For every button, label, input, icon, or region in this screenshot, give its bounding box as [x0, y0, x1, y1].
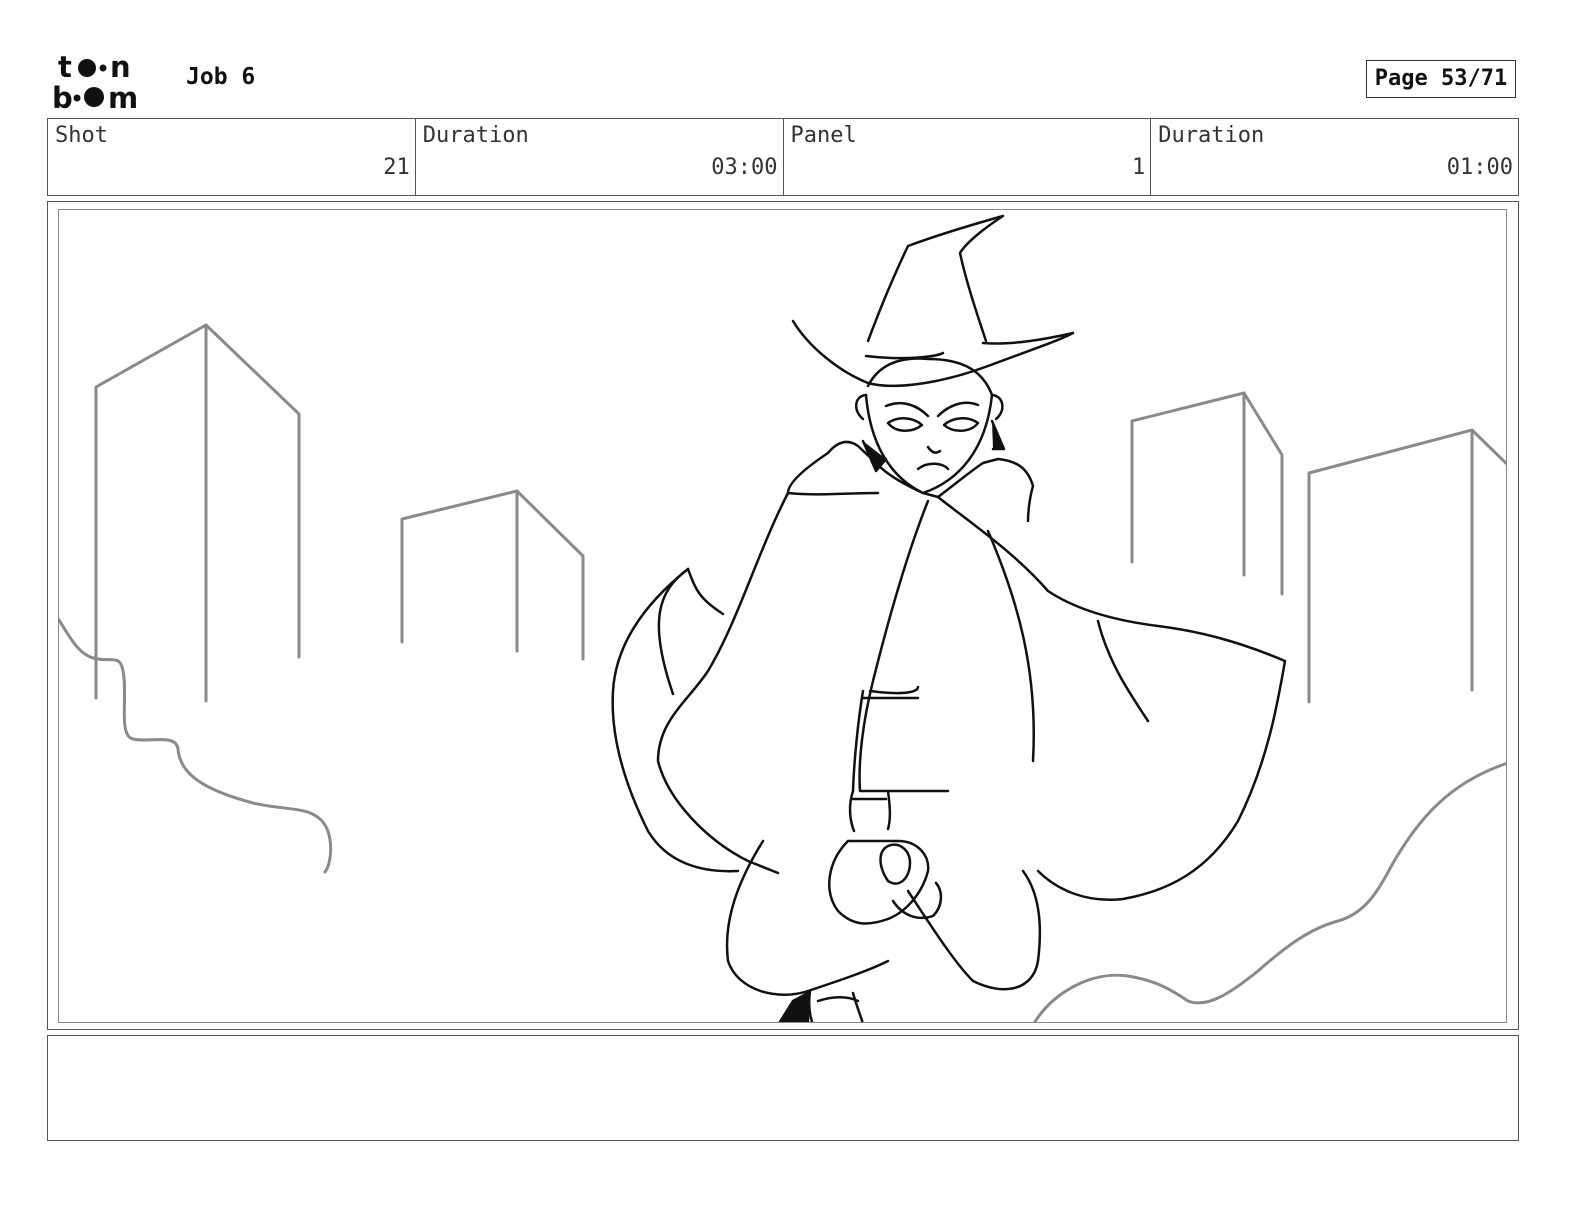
- panel-label: Panel: [790, 123, 857, 148]
- shot-duration-label: Duration: [422, 123, 529, 148]
- svg-text:b: b: [52, 81, 73, 112]
- panel-notes: [47, 1035, 1519, 1141]
- hat-brim: [791, 319, 1075, 388]
- svg-text:t: t: [58, 50, 72, 84]
- page-indicator: Page 53/71: [1366, 60, 1516, 98]
- background-clouds: [59, 617, 1506, 1022]
- shot-info-row: Shot 21 Duration 03:00 Panel 1 Duration …: [47, 118, 1519, 196]
- svg-text:n: n: [110, 50, 131, 84]
- shot-duration-cell: Duration 03:00: [416, 119, 784, 195]
- shot-duration-value: 03:00: [711, 155, 778, 180]
- background-buildings: [94, 323, 1506, 704]
- panel-duration-cell: Duration 01:00: [1151, 119, 1518, 195]
- shot-label: Shot: [55, 123, 108, 148]
- toon-boom-logo: t n b m: [50, 50, 162, 112]
- panel-duration-label: Duration: [1158, 123, 1265, 148]
- panel-value: 1: [1132, 155, 1146, 180]
- shot-value: 21: [383, 155, 410, 180]
- cloak-left: [656, 491, 790, 875]
- job-title: Job 6: [186, 64, 256, 90]
- panel-frame: [58, 209, 1507, 1023]
- cloak-right: [936, 495, 1287, 901]
- panel-sketch-image: [59, 214, 1506, 1022]
- hat-cone: [866, 214, 1005, 343]
- witch-character: [611, 214, 1287, 1022]
- svg-text:m: m: [108, 81, 138, 112]
- shot-cell: Shot 21: [48, 119, 416, 195]
- panel-duration-value: 01:00: [1446, 155, 1513, 180]
- storyboard-panel: [47, 201, 1519, 1030]
- panel-cell: Panel 1: [784, 119, 1152, 195]
